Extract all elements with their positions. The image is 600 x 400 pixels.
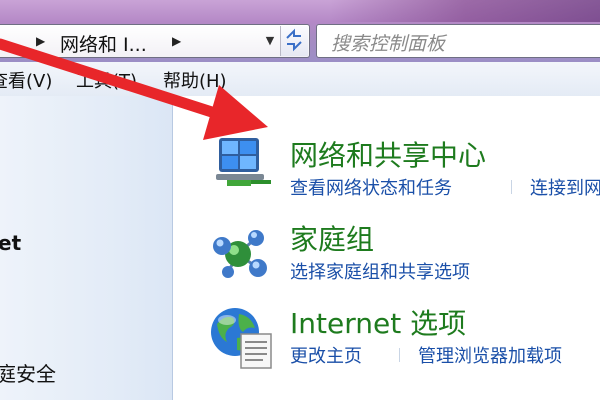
link-divider [511,180,512,194]
homegroup-icon[interactable] [208,224,272,290]
manage-browser-addons-link[interactable]: 管理浏览器加载项 [418,342,562,368]
search-placeholder: 搜索控制面板 [331,33,446,55]
internet-options-title[interactable]: Internet 选项 [290,302,466,342]
address-bar[interactable]: ▶ 网络和 I... ▶ ▼ [0,24,310,58]
address-history-dropdown-icon[interactable]: ▼ [261,26,279,56]
breadcrumb-separator-icon[interactable]: ▶ [36,34,45,48]
refresh-icon [286,28,302,52]
change-home-page-link[interactable]: 更改主页 [290,342,362,368]
menu-view[interactable]: 查看(V) [0,67,52,93]
menu-tools[interactable]: 工具(T) [76,67,137,93]
homegroup-title[interactable]: 家庭组 [290,218,374,258]
category-list: 网络和共享中心 查看网络状态和任务 连接到网 家庭组 选择家庭组和共享选项 In… [173,96,600,400]
internet-options-icon[interactable] [207,304,273,374]
refresh-button[interactable] [280,26,308,56]
network-sharing-center-icon[interactable] [213,132,273,196]
left-navigation-pane: et 庭安全 [0,96,173,400]
network-sharing-center-title[interactable]: 网络和共享中心 [290,134,486,174]
menu-help[interactable]: 帮助(H) [163,67,227,93]
left-nav-item[interactable]: et [0,231,21,255]
link-divider [399,348,400,362]
connect-to-network-link[interactable]: 连接到网 [530,174,600,200]
breadcrumb-chevron-icon[interactable]: ▶ [172,34,181,48]
left-nav-item[interactable]: 庭安全 [0,358,56,387]
menu-bar: 查看(V) 工具(T) 帮助(H) [0,62,600,97]
search-control-panel-input[interactable]: 搜索控制面板 [316,24,600,58]
choose-homegroup-sharing-link[interactable]: 选择家庭组和共享选项 [290,258,470,284]
view-network-status-link[interactable]: 查看网络状态和任务 [290,174,452,200]
breadcrumb-network-internet[interactable]: 网络和 I... [60,30,147,57]
